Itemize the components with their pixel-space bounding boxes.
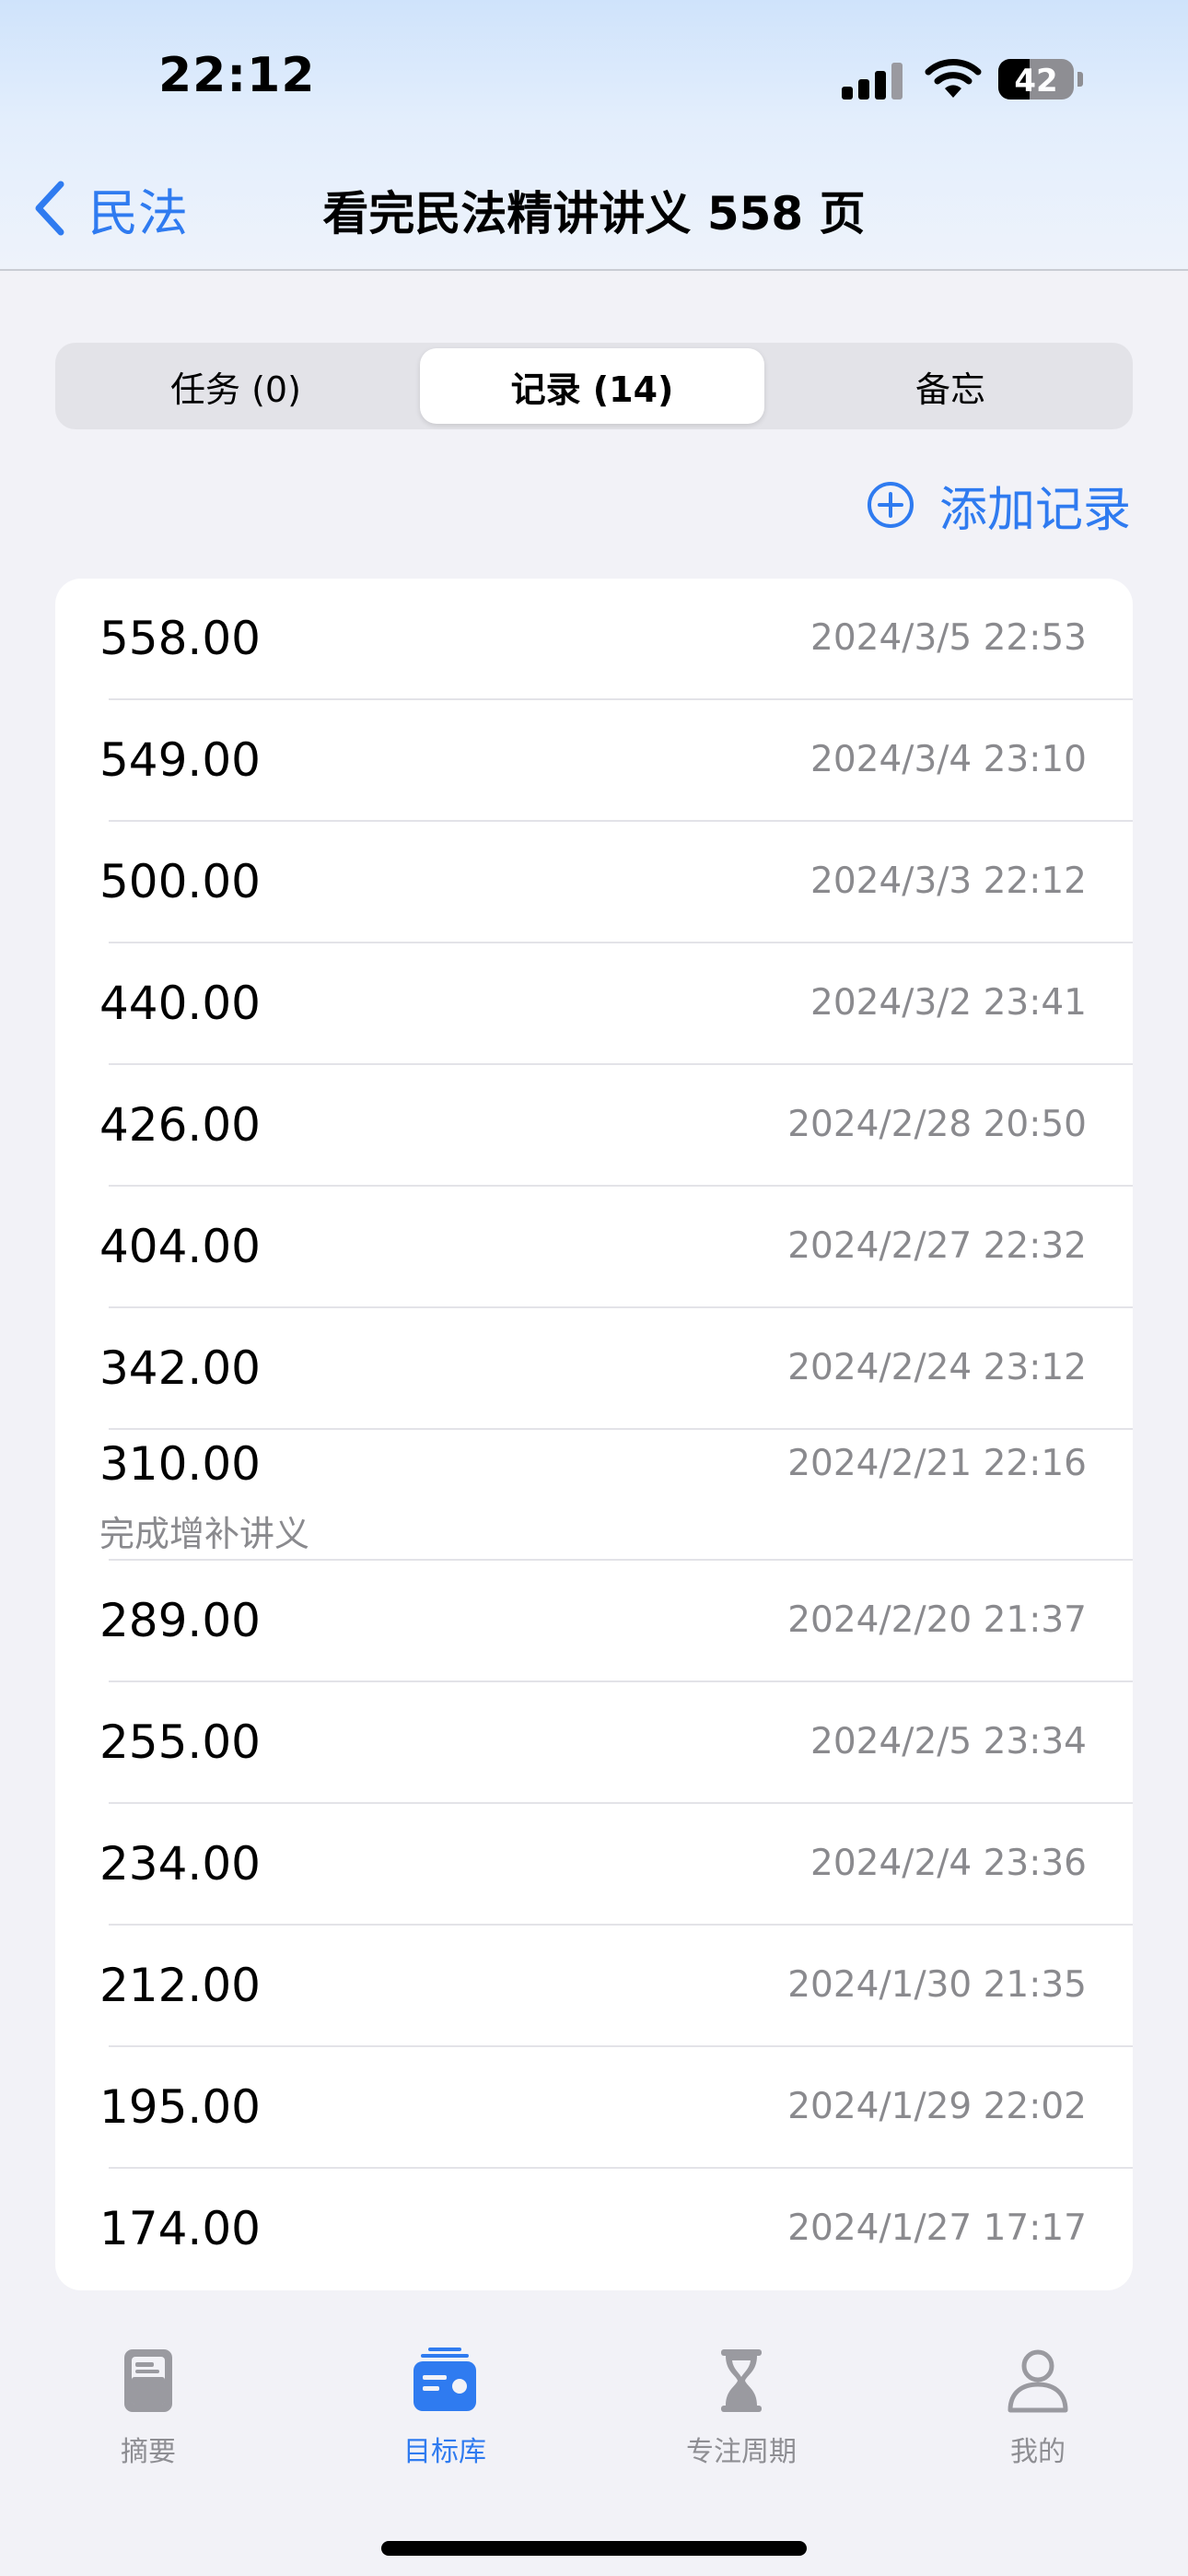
- goal-library-icon: [413, 2348, 476, 2411]
- record-value: 289.00: [99, 1594, 261, 1647]
- record-date: 2024/2/24 23:12: [787, 1347, 1087, 1388]
- record-value: 234.00: [99, 1837, 261, 1891]
- segmented-control: 任务 (0) 记录 (14) 备忘: [55, 343, 1133, 429]
- record-value: 212.00: [99, 1959, 261, 2012]
- page-title: 看完民法精讲讲义 558 页: [322, 187, 866, 240]
- record-value: 174.00: [99, 2202, 261, 2255]
- record-date: 2024/3/4 23:10: [810, 739, 1087, 780]
- tab-summary-label: 摘要: [121, 2436, 176, 2468]
- record-date: 2024/2/20 21:37: [787, 1599, 1087, 1641]
- record-value: 255.00: [99, 1715, 261, 1769]
- record-row[interactable]: 310.00 2024/2/21 22:16 完成增补讲义: [55, 1430, 1133, 1561]
- record-value: 404.00: [99, 1220, 261, 1273]
- add-record-label: 添加记录: [938, 482, 1131, 538]
- record-note: 完成增补讲义: [99, 1514, 310, 1554]
- record-date: 2024/3/5 22:53: [810, 617, 1087, 659]
- record-row[interactable]: 195.00 2024/1/29 22:02: [55, 2047, 1133, 2169]
- tab-focus-cycle[interactable]: 专注周期: [603, 2340, 879, 2469]
- wifi-icon: [925, 59, 982, 98]
- record-row[interactable]: 174.00 2024/1/27 17:17: [55, 2169, 1133, 2290]
- record-date: 2024/3/2 23:41: [810, 982, 1087, 1024]
- tab-me[interactable]: 我的: [900, 2340, 1176, 2469]
- record-row[interactable]: 255.00 2024/2/5 23:34: [55, 1682, 1133, 1804]
- segment-tasks[interactable]: 任务 (0): [61, 348, 411, 424]
- record-row[interactable]: 558.00 2024/3/5 22:53: [55, 579, 1133, 700]
- record-date: 2024/2/4 23:36: [810, 1843, 1087, 1884]
- segment-records[interactable]: 记录 (14): [420, 348, 764, 424]
- tab-goal-library[interactable]: 目标库: [307, 2340, 583, 2469]
- record-date: 2024/1/30 21:35: [787, 1964, 1087, 2006]
- status-time: 22:12: [158, 48, 316, 103]
- record-value: 549.00: [99, 733, 261, 787]
- record-row[interactable]: 234.00 2024/2/4 23:36: [55, 1804, 1133, 1926]
- tab-focus-cycle-label: 专注周期: [686, 2436, 797, 2468]
- record-date: 2024/2/28 20:50: [787, 1104, 1087, 1145]
- battery-level: 42: [1014, 63, 1058, 100]
- record-row[interactable]: 289.00 2024/2/20 21:37: [55, 1561, 1133, 1682]
- tab-me-label: 我的: [1010, 2436, 1066, 2468]
- record-row[interactable]: 440.00 2024/3/2 23:41: [55, 943, 1133, 1065]
- tab-bar: 摘要 目标库 专注周期 我的: [0, 2340, 1188, 2488]
- segment-memo[interactable]: 备忘: [774, 348, 1127, 424]
- person-icon: [1007, 2349, 1068, 2413]
- record-row[interactable]: 212.00 2024/1/30 21:35: [55, 1926, 1133, 2047]
- record-value: 195.00: [99, 2080, 261, 2134]
- record-date: 2024/2/27 22:32: [787, 1225, 1087, 1267]
- record-value: 426.00: [99, 1098, 261, 1152]
- header-area: 22:12 42 民法 看完民法精讲讲义 558 页: [0, 0, 1188, 271]
- record-row[interactable]: 500.00 2024/3/3 22:12: [55, 822, 1133, 943]
- records-list: 558.00 2024/3/5 22:53 549.00 2024/3/4 23:10…: [55, 579, 1133, 2290]
- record-value: 342.00: [99, 1341, 261, 1395]
- record-row[interactable]: 549.00 2024/3/4 23:10: [55, 700, 1133, 822]
- battery-nub: [1077, 72, 1083, 87]
- record-date: 2024/1/27 17:17: [787, 2207, 1087, 2249]
- record-value: 310.00: [99, 1437, 261, 1491]
- record-date: 2024/1/29 22:02: [787, 2086, 1087, 2127]
- add-record-button[interactable]: 添加记录: [866, 472, 1131, 538]
- hourglass-icon: [721, 2349, 762, 2412]
- record-date: 2024/3/3 22:12: [810, 861, 1087, 902]
- record-date: 2024/2/5 23:34: [810, 1721, 1087, 1762]
- record-date: 2024/2/21 22:16: [787, 1443, 1087, 1484]
- battery-icon: 42: [998, 59, 1074, 100]
- record-value: 440.00: [99, 977, 261, 1030]
- record-row[interactable]: 342.00 2024/2/24 23:12: [55, 1308, 1133, 1430]
- record-value: 558.00: [99, 612, 261, 665]
- record-row[interactable]: 404.00 2024/2/27 22:32: [55, 1187, 1133, 1308]
- tab-summary[interactable]: 摘要: [10, 2340, 286, 2469]
- tab-goal-library-label: 目标库: [403, 2436, 486, 2468]
- record-value: 500.00: [99, 855, 261, 908]
- cellular-signal-icon: [842, 61, 903, 100]
- plus-circle-icon: [867, 482, 914, 528]
- home-indicator: [381, 2541, 807, 2556]
- record-row[interactable]: 426.00 2024/2/28 20:50: [55, 1065, 1133, 1187]
- summary-icon: [124, 2349, 172, 2412]
